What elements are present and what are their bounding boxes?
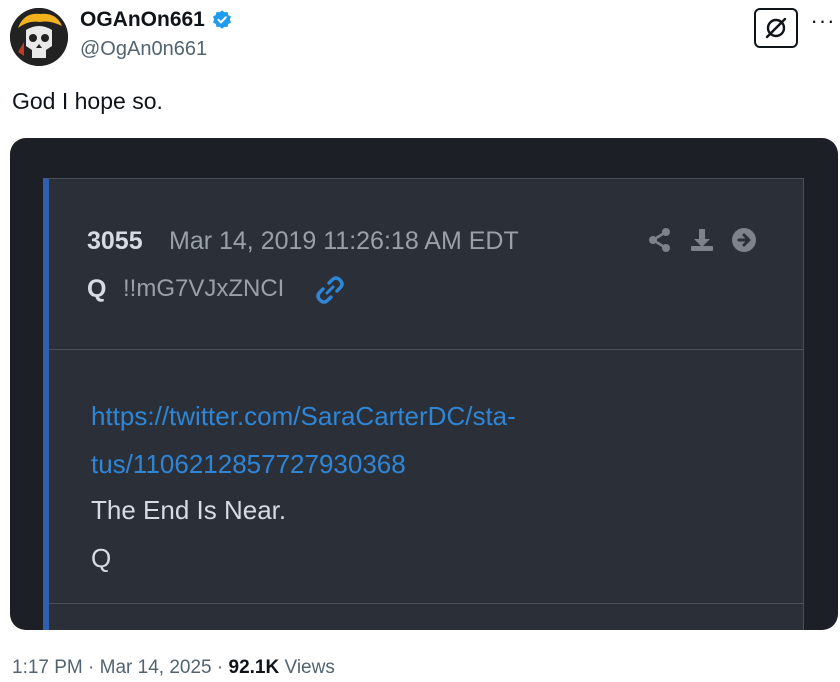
tweet-meta: 1:17 PM · Mar 14, 2025 · 92.1K Views bbox=[12, 657, 335, 679]
views-label: Views bbox=[284, 657, 335, 678]
link-icon bbox=[316, 276, 344, 304]
author-handle[interactable]: @OgAn0n661 bbox=[80, 38, 207, 61]
download-icon bbox=[691, 229, 713, 251]
tweet-time[interactable]: 1:17 PM bbox=[12, 657, 83, 678]
embedded-post: 3055 Mar 14, 2019 11:26:18 AM EDT Q !!mG… bbox=[43, 178, 804, 630]
verified-badge-icon bbox=[212, 10, 231, 29]
grok-icon bbox=[765, 17, 787, 39]
tweet-text: God I hope so. bbox=[12, 88, 163, 114]
views-count: 92.1K bbox=[228, 657, 280, 678]
post-date: Mar 14, 2019 11:26:18 AM EDT bbox=[169, 227, 519, 255]
author-display-name[interactable]: OGAnOn661 bbox=[80, 8, 205, 32]
post-body-line-3: The End Is Near. bbox=[91, 495, 287, 525]
meta-separator: · bbox=[88, 657, 95, 678]
meta-separator: · bbox=[216, 657, 224, 678]
post-link-line-1: https://twitter.com/SaraCarterDC/sta- bbox=[91, 401, 516, 431]
post-tripcode: !!mG7VJxZNCI bbox=[123, 275, 285, 302]
grok-button[interactable] bbox=[754, 8, 798, 48]
post-author: Q bbox=[87, 275, 107, 303]
arrow-right-circle-icon bbox=[732, 228, 756, 252]
share-icon bbox=[649, 228, 670, 252]
author-name-row[interactable]: OGAnOn661 bbox=[80, 8, 233, 32]
more-options-button[interactable]: ··· bbox=[808, 10, 838, 38]
post-number: 3055 bbox=[87, 227, 143, 255]
tweet-date[interactable]: Mar 14, 2025 bbox=[100, 657, 212, 678]
post-footer-divider bbox=[49, 603, 803, 604]
post-link-line-2: tus/1106212857727930368 bbox=[91, 449, 406, 479]
avatar[interactable] bbox=[10, 8, 68, 66]
post-header-divider bbox=[49, 349, 803, 350]
post-body-line-4: Q bbox=[91, 543, 112, 573]
tweet-media-image[interactable]: 3055 Mar 14, 2019 11:26:18 AM EDT Q !!mG… bbox=[10, 138, 838, 630]
skull-avatar-icon bbox=[10, 8, 68, 66]
